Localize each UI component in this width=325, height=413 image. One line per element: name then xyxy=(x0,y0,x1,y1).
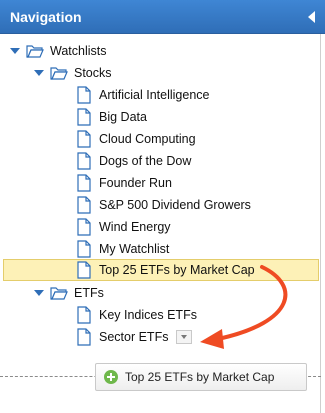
watchlist-item[interactable]: Artificial Intelligence xyxy=(77,84,209,106)
watchlist-item-selected[interactable]: Top 25 ETFs by Market Cap xyxy=(3,259,319,281)
item-menu-dropdown[interactable] xyxy=(176,330,193,344)
watchlist-item-label: Founder Run xyxy=(99,176,172,190)
tree-node-label: Stocks xyxy=(74,66,112,80)
watchlist-item-label: Artificial Intelligence xyxy=(99,88,210,102)
watchlist-item-label: Sector ETFs xyxy=(99,330,169,344)
expand-arrow-icon[interactable] xyxy=(34,290,44,296)
watchlist-item[interactable]: Founder Run xyxy=(77,172,172,194)
chevron-down-icon xyxy=(181,335,188,339)
watchlist-item-label: My Watchlist xyxy=(99,242,170,256)
watchlist-item[interactable]: Wind Energy xyxy=(77,216,171,238)
document-icon xyxy=(77,174,91,192)
navigation-tree: Watchlists Stocks Artificial Intelligenc… xyxy=(0,34,321,413)
watchlist-item-label: Wind Energy xyxy=(99,220,171,234)
watchlist-item-label: Cloud Computing xyxy=(99,132,196,146)
watchlist-item[interactable]: Sector ETFs xyxy=(77,326,193,348)
dragged-watchlist-button[interactable]: Top 25 ETFs by Market Cap xyxy=(95,363,307,391)
document-icon xyxy=(77,218,91,236)
navigation-title: Navigation xyxy=(10,9,82,25)
dragged-watchlist-label: Top 25 ETFs by Market Cap xyxy=(125,370,275,384)
watchlist-item[interactable]: Big Data xyxy=(77,106,147,128)
watchlist-item-label: S&P 500 Dividend Growers xyxy=(99,198,251,212)
document-icon xyxy=(77,240,91,258)
tree-node-label: ETFs xyxy=(74,286,104,300)
document-icon xyxy=(77,130,91,148)
open-folder-icon xyxy=(50,287,68,300)
tree-node-watchlists[interactable]: Watchlists xyxy=(10,40,107,62)
document-icon xyxy=(77,86,91,104)
watchlist-item[interactable]: Cloud Computing xyxy=(77,128,196,150)
collapse-left-icon[interactable] xyxy=(308,11,315,23)
watchlist-item-label: Dogs of the Dow xyxy=(99,154,192,168)
tree-node-label: Watchlists xyxy=(50,44,107,58)
expand-arrow-icon[interactable] xyxy=(10,48,20,54)
expand-arrow-icon[interactable] xyxy=(34,70,44,76)
navigation-header: Navigation xyxy=(0,0,325,34)
document-icon xyxy=(77,108,91,126)
watchlist-item[interactable]: Dogs of the Dow xyxy=(77,150,191,172)
watchlist-item[interactable]: My Watchlist xyxy=(77,238,169,260)
watchlist-item[interactable]: Key Indices ETFs xyxy=(77,304,197,326)
watchlist-item-label: Top 25 ETFs by Market Cap xyxy=(99,263,255,277)
open-folder-icon xyxy=(50,67,68,80)
tree-node-etfs[interactable]: ETFs xyxy=(34,282,104,304)
tree-node-stocks[interactable]: Stocks xyxy=(34,62,112,84)
document-icon xyxy=(77,306,91,324)
document-icon xyxy=(77,328,91,346)
document-icon xyxy=(77,261,91,279)
watchlist-item[interactable]: S&P 500 Dividend Growers xyxy=(77,194,251,216)
watchlist-item-label: Key Indices ETFs xyxy=(99,308,197,322)
add-icon xyxy=(104,370,118,384)
document-icon xyxy=(77,196,91,214)
open-folder-icon xyxy=(26,45,44,58)
document-icon xyxy=(77,152,91,170)
watchlist-item-label: Big Data xyxy=(99,110,147,124)
